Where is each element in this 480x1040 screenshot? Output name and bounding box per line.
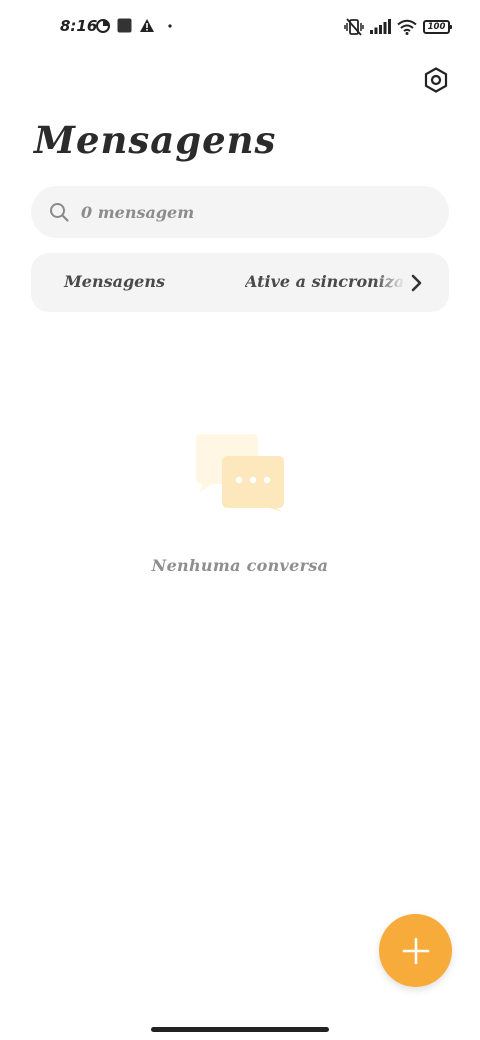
page-title: Mensagens [34, 118, 277, 162]
sync-banner-left: Mensagens [31, 253, 181, 312]
wifi-icon [397, 19, 417, 35]
data-saver-icon [96, 18, 110, 33]
sync-banner-left-fade [31, 253, 65, 312]
status-system-icons: 100 [344, 18, 452, 36]
new-message-button[interactable] [379, 914, 452, 987]
app-square-icon [117, 18, 132, 33]
chevron-right-icon [411, 274, 422, 292]
sync-banner-right: Ative a sincronização [245, 253, 405, 312]
battery-icon: 100 [423, 20, 452, 34]
home-indicator[interactable] [151, 1027, 329, 1032]
plus-icon [402, 937, 429, 964]
status-bar: 8:16 100 [0, 14, 480, 42]
sync-banner[interactable]: Mensagens Ative a sincronização [31, 253, 449, 312]
sync-banner-left-text: Mensagens [64, 272, 165, 291]
signal-icon [370, 19, 391, 34]
vibrate-off-icon [344, 18, 364, 36]
warning-icon [140, 19, 154, 32]
settings-hex-icon [424, 67, 448, 93]
search-input[interactable] [81, 186, 421, 238]
empty-state-text: Nenhuma conversa [151, 556, 329, 575]
sync-banner-right-fade [375, 253, 405, 312]
status-time: 8:16 [60, 17, 98, 35]
settings-button[interactable] [422, 66, 450, 94]
dot-icon [168, 23, 172, 28]
chat-bubbles-icon [196, 434, 284, 512]
search-icon [50, 203, 69, 222]
messages-screen: 8:16 100 Mensagens 0 mensagem Mensagens … [0, 0, 480, 1040]
search-bar[interactable] [31, 186, 449, 238]
status-notification-icons [96, 18, 174, 33]
